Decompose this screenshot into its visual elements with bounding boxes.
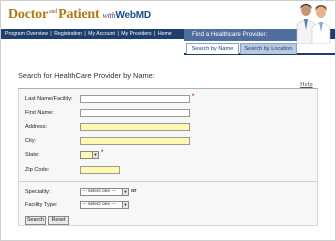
nav-item-registration[interactable]: Registration: [54, 31, 82, 37]
page-title: Search for HealthCare Provider by Name:: [18, 71, 155, 80]
chevron-down-icon: ▼: [122, 202, 128, 208]
nav-item-home[interactable]: Home: [158, 31, 172, 37]
first-name-label: First Name:: [25, 110, 54, 116]
logo-part2: Patient: [58, 7, 100, 22]
required-mark: *: [192, 94, 195, 100]
logo-brand: WebMD: [115, 10, 151, 21]
tab-search-by-location[interactable]: Search by Location: [240, 43, 297, 54]
address-label: Address:: [25, 124, 48, 130]
zip-code-label: Zip Code:: [25, 167, 50, 173]
nav-item-my-providers[interactable]: My Providers: [121, 31, 151, 37]
city-field[interactable]: [80, 137, 190, 145]
last-name-label: Last Name/Facility:: [25, 96, 73, 102]
facility-type-select[interactable]: --- select one --- ▼: [80, 201, 129, 209]
help-link[interactable]: Help: [300, 81, 313, 88]
speciality-label: Speciality:: [25, 189, 51, 195]
search-button[interactable]: Search: [25, 216, 46, 225]
find-provider-banner: Find a Healthcare Provider:: [184, 29, 297, 41]
state-select[interactable]: ▼: [80, 151, 99, 159]
speciality-select[interactable]: --- select one --- ▼: [80, 188, 129, 196]
nav-links: Program Overview | Registration | My Acc…: [5, 30, 172, 38]
logo-with: with: [102, 11, 116, 20]
state-label: State:: [25, 152, 40, 158]
city-label: City:: [25, 138, 37, 144]
header: DoctorandPatient withWebMD: [1, 1, 335, 29]
nav-separator: |: [84, 31, 86, 37]
reset-button[interactable]: Reset: [48, 216, 69, 225]
nav-separator: |: [50, 31, 52, 37]
address-field[interactable]: [80, 123, 190, 131]
tab-search-by-name[interactable]: Search by Name: [186, 43, 239, 54]
zip-code-field[interactable]: [80, 166, 120, 174]
facility-type-label: Facility Type:: [25, 202, 58, 208]
nav-item-program-overview[interactable]: Program Overview: [5, 31, 48, 37]
form-divider: [18, 181, 318, 182]
panel-top-border: [18, 88, 318, 89]
facility-type-selected-value: --- select one ---: [82, 202, 117, 207]
doctors-photo-icon: [296, 4, 331, 44]
or-text: or: [131, 188, 137, 194]
required-mark: *: [101, 150, 104, 156]
speciality-selected-value: --- select one ---: [82, 189, 117, 194]
logo-and: and: [49, 9, 58, 15]
logo-part1: Doctor: [8, 7, 49, 22]
nav-item-my-account[interactable]: My Account: [88, 31, 115, 37]
nav-separator: |: [154, 31, 156, 37]
chevron-down-icon: ▼: [122, 189, 128, 195]
chevron-down-icon: ▼: [92, 152, 98, 158]
last-name-field[interactable]: [80, 95, 190, 103]
nav-separator: |: [117, 31, 119, 37]
first-name-field[interactable]: [80, 109, 190, 117]
site-logo[interactable]: DoctorandPatient withWebMD: [8, 7, 151, 23]
